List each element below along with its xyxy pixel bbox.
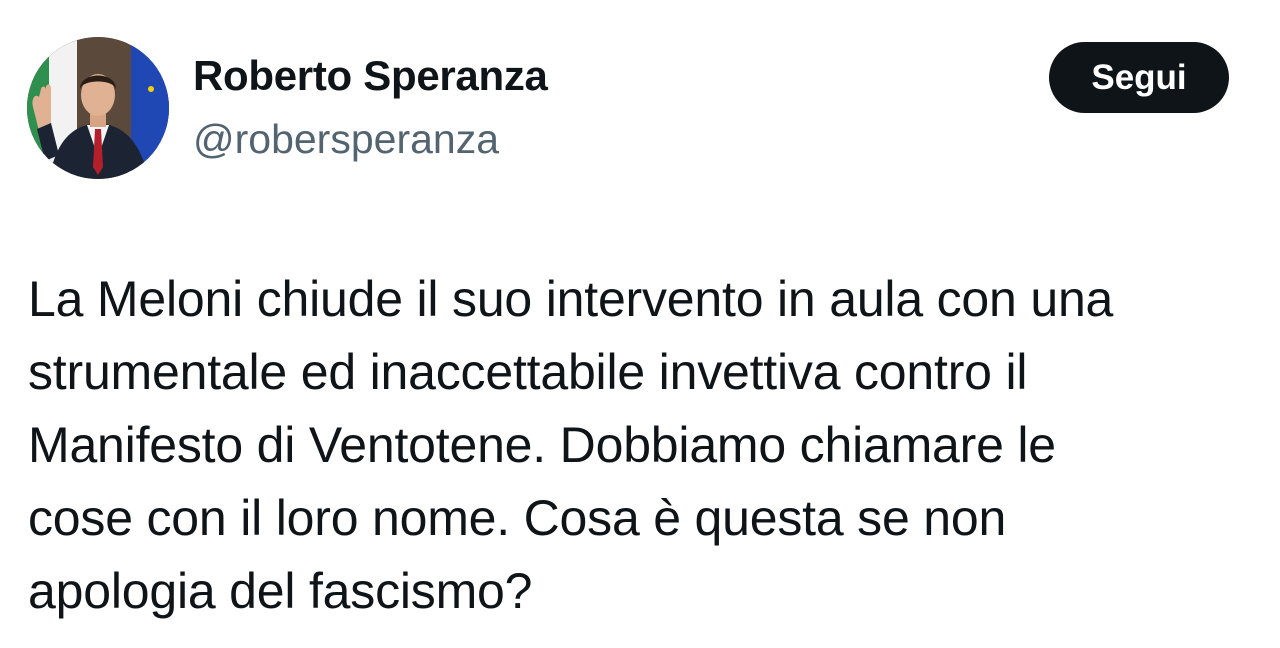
avatar-photo-icon [27, 37, 169, 179]
follow-button[interactable]: Segui [1049, 42, 1229, 113]
author-handle[interactable]: @robersperanza [193, 116, 499, 163]
author-display-name[interactable]: Roberto Speranza [193, 52, 548, 100]
tweet-card: Roberto Speranza @robersperanza Segui La… [0, 0, 1280, 648]
tweet-text: La Meloni chiude il suo intervento in au… [28, 271, 1114, 619]
author-avatar[interactable] [27, 37, 169, 179]
